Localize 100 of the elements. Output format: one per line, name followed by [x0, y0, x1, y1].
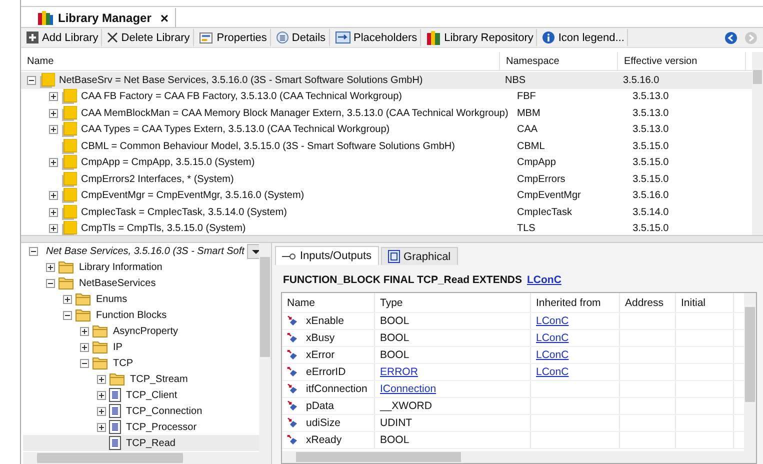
expand-icon[interactable] [49, 191, 58, 200]
tree-item[interactable]: TCP [23, 355, 259, 371]
namespace: MBM [516, 108, 540, 119]
details-icon [276, 31, 289, 44]
expand-icon[interactable] [80, 342, 89, 352]
variable-type: BOOL [380, 349, 410, 361]
tree-label: IP [113, 342, 122, 352]
tree-item[interactable]: IP [23, 339, 259, 355]
document-icon [109, 436, 121, 450]
library-name: NetBaseSrv = Net Base Services, 3.5.16.0 (3S - Smart Software Solutions GmbH) [59, 74, 423, 86]
tree-label: TCP [113, 358, 133, 368]
folder-icon [92, 356, 108, 370]
inherited-link[interactable]: LConC [536, 332, 569, 344]
column-header[interactable]: Effective version [618, 52, 746, 70]
column-header[interactable]: Initial [676, 293, 734, 312]
collapse-icon[interactable] [46, 278, 55, 288]
folder-icon [75, 292, 91, 306]
library-icon [62, 122, 77, 138]
tree-item[interactable]: NetBaseServices [23, 275, 259, 291]
back-icon[interactable] [725, 32, 737, 44]
library-row[interactable]: CmpErrors2 Interfaces, * (System) CmpErrors 3.5.15.0 [21, 171, 752, 188]
expand-icon[interactable] [97, 390, 106, 400]
toolbar-button[interactable]: Placeholders [332, 29, 422, 46]
type-link[interactable]: ERROR [380, 366, 418, 378]
toolbar-button[interactable]: Library Repository [423, 29, 538, 46]
column-header[interactable]: Inherited from [531, 293, 620, 312]
tree-label: Net Base Services, 3.5.16.0 (3S - Smart Soft [46, 246, 244, 256]
tree-item[interactable]: Enums [23, 291, 259, 307]
library-name: CBML = Common Behaviour Model, 3.5.15.0 (3S - Smart Software Solutions GmbH) [81, 140, 455, 152]
delete-library-button[interactable]: Delete Library [104, 29, 194, 46]
scrollbar[interactable] [259, 243, 271, 452]
cross-icon [107, 32, 118, 43]
library-row[interactable]: CAA Types = CAA Types Extern, 3.5.13.0 (CAA Technical Workgroup) CAA 3.5.13.0 [21, 122, 752, 138]
inherited-link[interactable]: LConC [536, 366, 569, 378]
library-icon [62, 155, 77, 170]
expand-icon[interactable] [49, 158, 58, 168]
expand-icon[interactable] [49, 224, 58, 234]
library-row[interactable]: CBML = Common Behaviour Model, 3.5.15.0 (3S - Smart Software Solutions GmbH) CBML 3.5.15.0 [21, 138, 752, 154]
close-button[interactable]: × [160, 10, 169, 26]
base-class-link[interactable]: LConC [527, 274, 562, 286]
library-row[interactable]: CmpEventMgr = CmpEventMgr, 3.5.16.0 (System) CmpEventMgr 3.5.16.0 [21, 188, 752, 204]
expand-icon[interactable] [97, 422, 106, 432]
library-row[interactable]: NetBaseSrv = Net Base Services, 3.5.16.0 (3S - Smart Software Solutions GmbH) NBS 3.5.16.0 [21, 72, 752, 88]
inherited-link[interactable]: LConC [536, 315, 569, 327]
expand-icon[interactable] [97, 374, 106, 384]
toolbar-button[interactable]: Icon legend... [539, 29, 628, 46]
expand-icon[interactable] [80, 326, 89, 336]
type-link[interactable]: IConnection [380, 383, 436, 395]
tree-item[interactable]: Function Blocks [23, 307, 259, 323]
variable-name: udiSize [306, 417, 340, 429]
scrollbar[interactable] [23, 452, 271, 464]
inherited-link[interactable]: LConC [536, 349, 569, 361]
tree-item[interactable]: TCP_Stream [23, 371, 259, 387]
tree-item[interactable]: TCP_Read [23, 435, 259, 451]
toolbar-button[interactable]: Properties [196, 29, 271, 46]
tree-item[interactable]: Net Base Services, 3.5.16.0 (3S - Smart Soft [23, 243, 259, 259]
expand-icon[interactable] [46, 262, 55, 272]
library-row[interactable]: CmpTls = CmpTls, 3.5.15.0 (System) TLS 3.5.15.0 [21, 220, 752, 235]
expand-icon[interactable] [97, 406, 106, 416]
expand-icon[interactable] [49, 92, 58, 102]
toolbar-button[interactable]: Details [272, 29, 330, 46]
tree-label: AsyncProperty [113, 326, 178, 336]
namespace: NBS [505, 74, 526, 86]
collapse-icon[interactable] [80, 358, 89, 368]
library-row[interactable]: CmpIecTask = CmpIecTask, 3.5.14.0 (System) CmpIecTask 3.5.14.0 [21, 204, 752, 220]
view-tab[interactable]: Inputs/Outputs [275, 246, 379, 265]
expand-icon[interactable] [63, 294, 72, 304]
variable-name: xBusy [306, 332, 335, 344]
collapse-icon[interactable] [63, 310, 72, 320]
view-tab[interactable]: Graphical [380, 247, 458, 265]
library-row[interactable]: CAA MemBlockMan = CAA Memory Block Manager Extern, 3.5.13.0 (CAA Technical Workgroup) MBM 3.5.13.0 [21, 105, 752, 122]
library-name: CmpTls = CmpTls, 3.5.15.0 (System) [81, 223, 246, 234]
variable-name: xEnable [306, 315, 344, 327]
column-header[interactable]: Namespace [500, 52, 618, 70]
scrollbar[interactable] [744, 293, 756, 451]
scrollbar[interactable] [282, 451, 756, 463]
expand-icon[interactable] [49, 108, 58, 118]
document-icon [109, 420, 121, 434]
tree-item[interactable]: AsyncProperty [23, 323, 259, 339]
library-row[interactable]: CAA FB Factory = CAA FB Factory, 3.5.13.0 (CAA Technical Workgroup) FBF 3.5.13.0 [21, 88, 752, 105]
column-header[interactable]: Address [620, 293, 676, 312]
folder-icon [92, 324, 108, 338]
library-row[interactable]: CmpApp = CmpApp, 3.5.15.0 (System) CmpApp 3.5.15.0 [21, 154, 752, 171]
version: 3.5.15.0 [632, 223, 669, 234]
tree-item[interactable]: TCP_Client [23, 387, 259, 403]
column-header[interactable]: Name [282, 293, 375, 312]
column-header[interactable]: Name [21, 52, 500, 70]
library-name: CmpApp = CmpApp, 3.5.15.0 (System) [81, 157, 255, 168]
expand-icon[interactable] [49, 208, 58, 217]
scrollbar[interactable] [752, 52, 763, 235]
collapse-icon[interactable] [27, 76, 36, 85]
tree-item[interactable]: TCP_Connection [23, 403, 259, 419]
tree-item[interactable]: Library Information [23, 259, 259, 275]
tree-label: Function Blocks [96, 310, 167, 320]
add-library-button[interactable]: Add Library [23, 29, 102, 46]
namespace: CmpEventMgr [516, 190, 581, 202]
expand-icon[interactable] [49, 125, 58, 134]
collapse-icon[interactable] [29, 246, 38, 256]
tree-item[interactable]: TCP_Processor [23, 419, 259, 435]
column-header[interactable]: Type [375, 293, 531, 312]
